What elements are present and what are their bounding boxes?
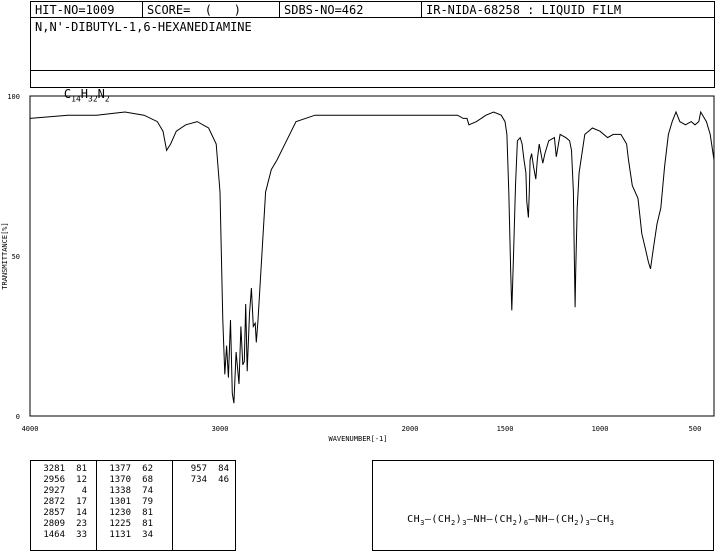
peak-table: 3281 81 2956 12 2927 4 2872 17 2857 14 2809 23 1464 3… — [30, 460, 236, 551]
structure-ch3-left: CH — [407, 514, 421, 525]
peak-wavenumber: 1377 — [109, 464, 131, 474]
peak-column-2: 1377 62 1370 68 1338 74 1301 79 1230 81 1225 81 1131… — [101, 464, 153, 541]
peak-row: 2956 12 — [35, 475, 87, 486]
x-tick-label: 3000 — [212, 425, 229, 433]
peak-transmittance: 81 — [76, 464, 87, 474]
peak-row: 1370 68 — [101, 475, 153, 486]
peak-column-3: 957 84 734 46 — [177, 464, 229, 486]
peak-row: 3281 81 — [35, 464, 87, 475]
peak-row: 1377 62 — [101, 464, 153, 475]
peak-wavenumber: 734 — [190, 475, 207, 485]
x-tick-label: 2000 — [402, 425, 419, 433]
peak-row: 1301 79 — [101, 497, 153, 508]
peak-wavenumber: 2927 — [43, 486, 65, 496]
peak-row: 2927 4 — [35, 486, 87, 497]
peak-wavenumber: 957 — [190, 464, 207, 474]
y-tick-label: 100 — [7, 93, 20, 101]
peak-wavenumber: 1338 — [109, 486, 131, 496]
structure-formula: CH3—(CH2)3—NH—(CH2)6—NH—(CH2)3—CH3 — [381, 503, 614, 538]
x-tick-label: 500 — [689, 425, 702, 433]
peak-transmittance: 23 — [76, 519, 87, 529]
y-tick-label: 50 — [12, 253, 20, 261]
peak-row: 1131 34 — [101, 530, 153, 541]
peak-wavenumber: 1370 — [109, 475, 131, 485]
x-axis: 4000 3000 2000 1500 1000 500 — [22, 425, 702, 433]
structure-group-1: —(CH — [424, 514, 451, 525]
x-tick-label: 4000 — [22, 425, 39, 433]
peak-transmittance: 74 — [142, 486, 153, 496]
peak-wavenumber: 2956 — [43, 475, 65, 485]
peak-transmittance: 34 — [142, 530, 153, 540]
x-tick-label: 1000 — [592, 425, 609, 433]
structure-sub-8: 3 — [609, 519, 615, 527]
x-tick-label: 1500 — [497, 425, 514, 433]
peak-transmittance: 4 — [81, 486, 87, 496]
y-axis: 0 50 100 — [7, 93, 20, 421]
peak-wavenumber: 1301 — [109, 497, 131, 507]
peak-transmittance: 79 — [142, 497, 153, 507]
peak-row: 2857 14 — [35, 508, 87, 519]
peak-wavenumber: 1464 — [43, 530, 65, 540]
ir-spectrum-chart: 0 50 100 4000 3000 2000 1500 1000 500 TRANSMITT… — [1, 93, 715, 443]
peak-transmittance: 14 — [76, 508, 87, 518]
transmittance-line — [29, 110, 715, 404]
peak-divider-2 — [172, 461, 173, 550]
y-tick-label: 0 — [16, 413, 20, 421]
peak-row: 734 46 — [177, 475, 229, 486]
peak-transmittance: 12 — [76, 475, 87, 485]
peak-wavenumber: 2857 — [43, 508, 65, 518]
peak-transmittance: 68 — [142, 475, 153, 485]
structure-box: CH3—(CH2)3—NH—(CH2)6—NH—(CH2)3—CH3 — [372, 460, 714, 551]
x-axis-label: WAVENUMBER[-1] — [328, 435, 387, 443]
peak-transmittance: 84 — [218, 464, 229, 474]
peak-row: 1225 81 — [101, 519, 153, 530]
peak-transmittance: 62 — [142, 464, 153, 474]
peak-transmittance: 81 — [142, 508, 153, 518]
peak-transmittance: 33 — [76, 530, 87, 540]
peak-divider-1 — [96, 461, 97, 550]
peak-wavenumber: 2872 — [43, 497, 65, 507]
peak-row: 1464 33 — [35, 530, 87, 541]
peak-column-1: 3281 81 2956 12 2927 4 2872 17 2857 14 2809 23 1464 3… — [35, 464, 87, 541]
peak-wavenumber: 1131 — [109, 530, 131, 540]
peak-transmittance: 46 — [218, 475, 229, 485]
peak-wavenumber: 2809 — [43, 519, 65, 529]
peak-row: 1230 81 — [101, 508, 153, 519]
y-axis-label: TRANSMITTANCE[%] — [1, 222, 9, 289]
structure-nh-1: —NH—(CH — [466, 514, 513, 525]
peak-wavenumber: 3281 — [43, 464, 65, 474]
peak-row: 1338 74 — [101, 486, 153, 497]
structure-ch3-right: —CH — [590, 514, 610, 525]
plot-frame — [29, 95, 715, 417]
peak-row: 2809 23 — [35, 519, 87, 530]
peak-wavenumber: 1230 — [109, 508, 131, 518]
structure-nh-2: —NH—(CH — [528, 514, 575, 525]
peak-row: 2872 17 — [35, 497, 87, 508]
peak-wavenumber: 1225 — [109, 519, 131, 529]
peak-transmittance: 81 — [142, 519, 153, 529]
peak-row: 957 84 — [177, 464, 229, 475]
peak-transmittance: 17 — [76, 497, 87, 507]
